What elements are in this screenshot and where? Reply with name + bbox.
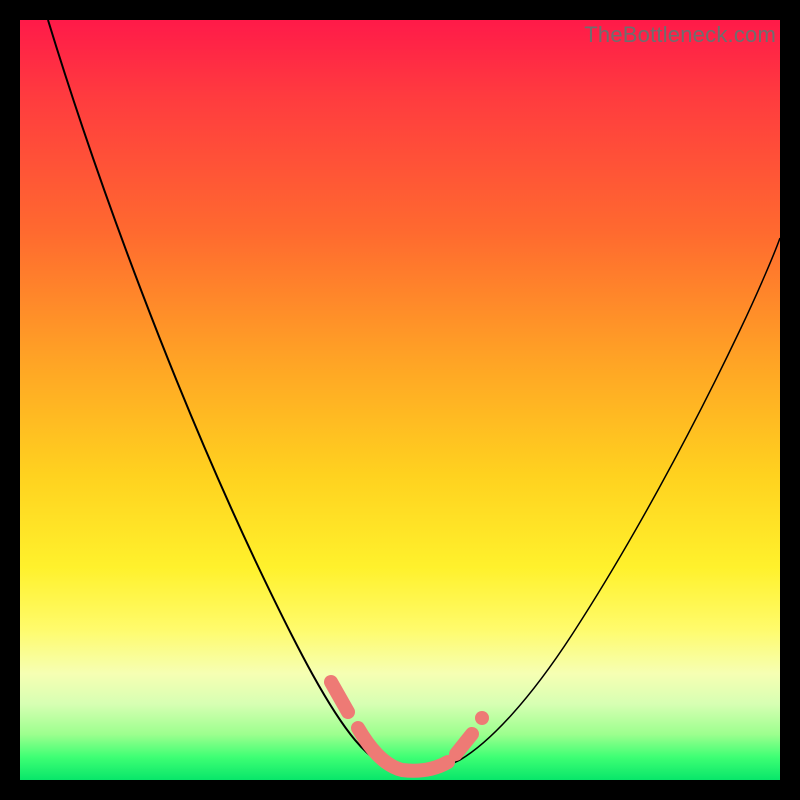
chart-svg [20,20,780,780]
pink-segment-floor [358,728,448,771]
curve-right [400,238,780,772]
pink-dot-right [475,711,489,725]
curve-left [48,20,400,772]
pink-segment-right [456,734,472,754]
chart-frame: TheBottleneck.com [0,0,800,800]
pink-segment-left [331,682,348,712]
